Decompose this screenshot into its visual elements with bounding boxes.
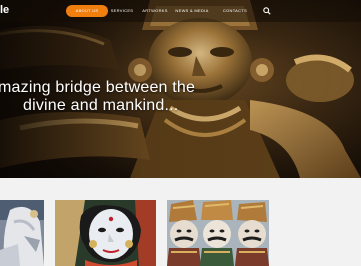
nav-item-artworks[interactable]: ARTWORKS: [140, 5, 170, 17]
nav-item-news-media[interactable]: NEWS & MEDIA: [174, 5, 210, 17]
painted-goddess-statue-image: [55, 200, 156, 266]
nav-item-services[interactable]: SERVICES: [110, 5, 134, 17]
gallery-item-three-crowned-figures[interactable]: [167, 200, 269, 266]
site-logo[interactable]: le: [0, 4, 12, 17]
gallery-item-painted-goddess-statue[interactable]: [55, 200, 156, 266]
hero-tagline-line-1: mazing bridge between the: [0, 79, 196, 96]
search-icon[interactable]: [263, 7, 271, 15]
gallery-item-white-deity-statue[interactable]: [0, 200, 44, 266]
gallery-section: [0, 178, 361, 266]
nav-item-about-us[interactable]: ABOUT US: [66, 5, 108, 17]
hero-tagline-line-2: divine and mankind...: [23, 97, 179, 114]
nav-item-contacts[interactable]: CONTACTS: [220, 5, 250, 17]
top-navigation-bar: le ABOUT US SERVICES ARTWORKS NEWS & MED…: [0, 0, 361, 22]
white-deity-statue-image: [0, 200, 44, 266]
three-crowned-figures-image: [167, 200, 269, 266]
